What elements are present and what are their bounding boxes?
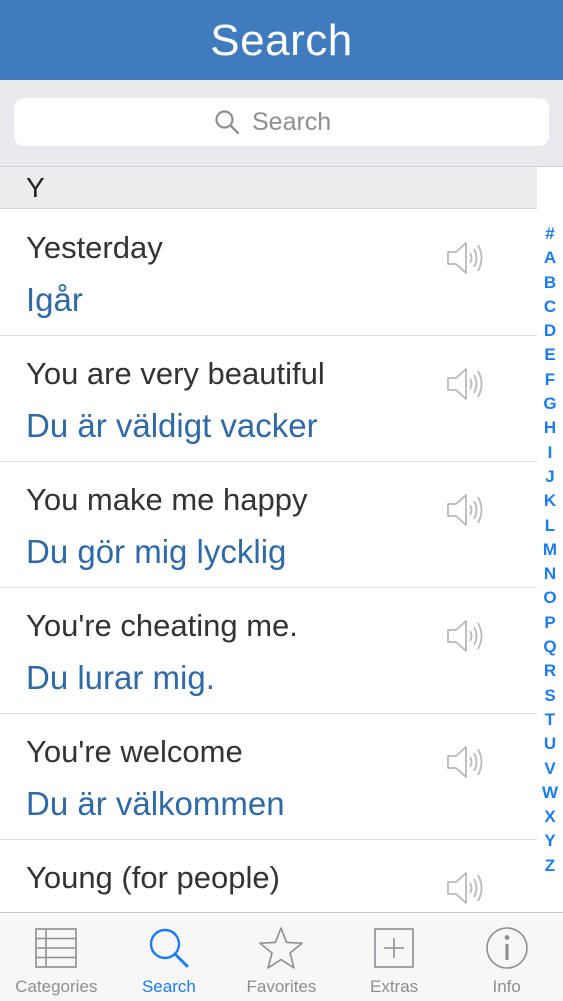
speaker-icon[interactable] [445, 492, 485, 528]
index-letter[interactable]: V [544, 757, 555, 781]
index-letter[interactable]: H [544, 416, 556, 440]
index-letter[interactable]: E [544, 343, 555, 367]
index-letter[interactable]: B [544, 271, 556, 295]
tab-search[interactable]: Search [113, 913, 226, 1001]
index-letter[interactable]: U [544, 732, 556, 756]
phrase-row[interactable]: You are very beautiful Du är väldigt vac… [0, 336, 537, 462]
phrase-translation: Du gör mig lycklig [26, 533, 287, 570]
speaker-icon[interactable] [445, 870, 485, 906]
index-letter[interactable]: N [544, 562, 556, 586]
speaker-icon[interactable] [445, 240, 485, 276]
index-letter[interactable]: W [542, 781, 558, 805]
index-letter[interactable]: T [545, 708, 555, 732]
tab-favorites[interactable]: Favorites [225, 913, 338, 1001]
phrase-translation: Du är väldigt vacker [26, 407, 318, 444]
index-letter[interactable]: O [543, 586, 556, 610]
index-letter[interactable]: # [545, 222, 554, 246]
phrase-translation: Du lurar mig. [26, 659, 215, 696]
index-letter[interactable]: X [544, 805, 555, 829]
phrase-english: You're cheating me. [26, 608, 298, 643]
navigation-bar: Search [0, 0, 563, 80]
index-letter[interactable]: Q [543, 635, 556, 659]
index-letter[interactable]: M [543, 538, 557, 562]
index-letter[interactable]: Z [545, 854, 555, 878]
plus-box-icon [374, 928, 414, 968]
phrase-translation: Igår [26, 281, 83, 318]
tab-label: Favorites [246, 977, 317, 996]
speaker-icon[interactable] [445, 744, 485, 780]
phrase-english: You make me happy [26, 482, 308, 517]
tab-label: Search [141, 977, 196, 996]
tab-categories[interactable]: Categories [0, 913, 113, 1001]
index-letter[interactable]: K [544, 489, 556, 513]
index-letter[interactable]: L [545, 514, 555, 538]
phrase-row[interactable]: You're welcome Du är välkommen [0, 714, 537, 840]
tab-extras[interactable]: Extras [338, 913, 451, 1001]
alphabet-index[interactable]: # A B C D E F G H I J K L M N O P Q R S … [537, 222, 563, 892]
index-letter[interactable]: R [544, 659, 556, 683]
phrase-row[interactable]: You make me happy Du gör mig lycklig [0, 462, 537, 588]
search-icon [149, 928, 189, 968]
section-header: Y [0, 167, 537, 209]
tab-info[interactable]: Info [450, 913, 563, 1001]
index-letter[interactable]: J [545, 465, 554, 489]
search-input[interactable] [250, 106, 349, 138]
search-field[interactable] [14, 98, 549, 146]
phrase-list: Yesterday Igår You are very beautiful Du… [0, 210, 537, 966]
star-icon [259, 927, 304, 969]
index-letter[interactable]: C [544, 295, 556, 319]
index-letter[interactable]: D [544, 319, 556, 343]
phrase-english: You are very beautiful [26, 356, 325, 391]
index-letter[interactable]: I [548, 441, 553, 465]
phrase-translation: Du är välkommen [26, 785, 285, 822]
index-letter[interactable]: P [544, 611, 555, 635]
speaker-icon[interactable] [445, 366, 485, 402]
phrase-row[interactable]: Yesterday Igår [0, 210, 537, 336]
tab-label: Info [492, 977, 521, 996]
phrase-english: Young (for people) [26, 860, 280, 895]
index-letter[interactable]: G [543, 392, 556, 416]
speaker-icon[interactable] [445, 618, 485, 654]
list-icon [35, 928, 78, 968]
search-bar-container [0, 80, 563, 167]
tab-label: Categories [15, 977, 98, 996]
tab-bar: Categories Search Favorites Extras Info [0, 912, 563, 1001]
page-title: Search [210, 16, 353, 65]
tab-label: Extras [369, 977, 419, 996]
search-icon [215, 110, 240, 135]
phrase-english: Yesterday [26, 230, 163, 265]
index-letter[interactable]: S [544, 684, 555, 708]
phrase-english: You're welcome [26, 734, 243, 769]
index-letter[interactable]: A [544, 246, 556, 270]
info-icon [485, 927, 528, 969]
phrase-row[interactable]: You're cheating me. Du lurar mig. [0, 588, 537, 714]
index-letter[interactable]: F [545, 368, 555, 392]
index-letter[interactable]: Y [544, 829, 555, 853]
